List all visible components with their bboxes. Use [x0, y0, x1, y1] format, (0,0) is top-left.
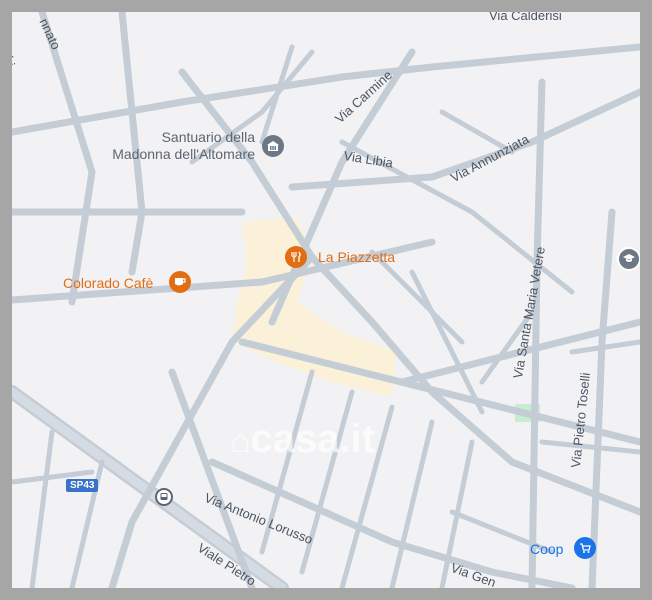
- shopping-cart-icon[interactable]: [574, 537, 596, 559]
- street-network: [12, 12, 640, 588]
- road-shield-sp43: SP43: [66, 479, 99, 492]
- poi-label-la-piazzetta[interactable]: La Piazzetta: [318, 249, 395, 265]
- pedestrian-area: [232, 217, 397, 397]
- watermark: ⌂casa.it: [230, 417, 375, 462]
- poi-label-coop[interactable]: Coop: [530, 541, 563, 557]
- poi-label-colorado-cafe[interactable]: Colorado Cafè: [63, 275, 153, 291]
- poi-label-santuario-line1: Santuario della: [161, 129, 255, 145]
- poi-label-santuario-line2: Madonna dell'Altomare: [112, 146, 255, 162]
- cafe-icon[interactable]: [169, 271, 191, 293]
- restaurant-icon[interactable]: [285, 246, 307, 268]
- watermark-text: casa.it: [250, 417, 376, 461]
- street-label-via-calderisi: Via Calderisi: [489, 12, 562, 23]
- worship-icon[interactable]: [262, 135, 284, 157]
- school-icon[interactable]: [617, 247, 640, 271]
- poi-label-santuario[interactable]: Santuario della Madonna dell'Altomare: [95, 129, 255, 163]
- bus-stop-icon[interactable]: [155, 488, 173, 506]
- map-canvas[interactable]: Via Calderisi Via Carmine Via Libia Via …: [12, 12, 640, 588]
- watermark-house-icon: ⌂: [230, 422, 251, 460]
